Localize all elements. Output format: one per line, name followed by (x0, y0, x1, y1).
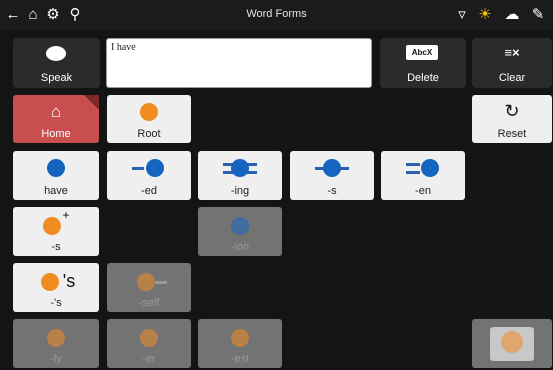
orange-dot-icon (41, 273, 59, 291)
have-tile[interactable]: have (13, 151, 99, 200)
self-tile[interactable]: -self (107, 263, 191, 312)
s-plural-label: -s (51, 241, 61, 253)
have-label: have (44, 185, 68, 197)
message-field[interactable]: I have (106, 38, 372, 88)
root-tile[interactable]: Root (107, 95, 191, 143)
blue-dot-icon (47, 159, 65, 177)
flag-tile[interactable] (472, 319, 552, 368)
double-line-icon (406, 163, 420, 166)
en-label: -en (415, 185, 431, 197)
clear-button[interactable]: ≡× Clear (472, 38, 552, 88)
ed-label: -ed (141, 185, 157, 197)
possessive-label: -'s (50, 297, 62, 309)
ion-label: -ion (230, 241, 250, 253)
orange-dot-icon (47, 329, 65, 347)
blue-dot-icon (146, 159, 164, 177)
blue-dot-icon (323, 159, 341, 177)
orange-dot-icon (231, 329, 249, 347)
possessive-icon: 's (62, 271, 76, 291)
orange-dot-icon (501, 331, 523, 353)
speak-label: Speak (40, 72, 73, 84)
s-plural-tile[interactable]: + -s (13, 207, 99, 256)
orange-dot-icon (140, 103, 158, 121)
er-tile[interactable]: -er (107, 319, 191, 368)
edit-off-icon[interactable]: ✎ (529, 6, 547, 24)
en-tile[interactable]: -en (381, 151, 465, 200)
status-bar: ← ⌂ ⚙ ⚲ Word Forms ▿ ☀ ☁ ✎ (0, 0, 553, 30)
s-label: -s (327, 185, 337, 197)
ing-tile[interactable]: -ing (198, 151, 282, 200)
home-icon: ⌂ (50, 102, 62, 121)
est-label: -est (230, 353, 250, 365)
ion-tile[interactable]: -ion (198, 207, 282, 256)
refresh-icon: ↻ (504, 101, 520, 121)
home-tile[interactable]: ⌂ Home (13, 95, 99, 143)
ed-tile[interactable]: -ed (107, 151, 191, 200)
double-line-icon (406, 171, 420, 174)
filter-icon[interactable]: ▿ (453, 6, 471, 24)
brightness-icon[interactable]: ☀ (476, 6, 494, 24)
possessive-tile[interactable]: 's -'s (13, 263, 99, 312)
plus-icon: + (62, 208, 70, 222)
speak-button[interactable]: Speak (13, 38, 100, 88)
blue-dot-icon (231, 217, 249, 235)
orange-dot-icon (137, 273, 155, 291)
ly-label: -ly (50, 353, 62, 365)
er-label: -er (142, 353, 156, 365)
past-arrow-icon (132, 167, 144, 170)
self-label: -self (138, 297, 160, 309)
delete-key-icon: AbcX (406, 45, 438, 60)
clear-icon: ≡× (504, 45, 520, 60)
arrow-icon (155, 281, 167, 284)
delete-label: Delete (407, 72, 439, 84)
sync-icon[interactable]: ☁ (503, 6, 521, 24)
home-label: Home (41, 128, 71, 140)
root-label: Root (137, 128, 161, 140)
orange-dot-icon (140, 329, 158, 347)
blue-dot-icon (231, 159, 249, 177)
est-tile[interactable]: -est (198, 319, 282, 368)
orange-dot-icon (43, 217, 61, 235)
ly-tile[interactable]: -ly (13, 319, 99, 368)
speech-bubble-icon (46, 46, 66, 61)
delete-button[interactable]: AbcX Delete (380, 38, 466, 88)
ing-label: -ing (230, 185, 250, 197)
clear-label: Clear (498, 72, 526, 84)
folder-corner (84, 95, 99, 110)
blue-dot-icon (421, 159, 439, 177)
reset-label: Reset (497, 128, 527, 140)
reset-tile[interactable]: ↻ Reset (472, 95, 552, 143)
s-tile[interactable]: -s (290, 151, 374, 200)
